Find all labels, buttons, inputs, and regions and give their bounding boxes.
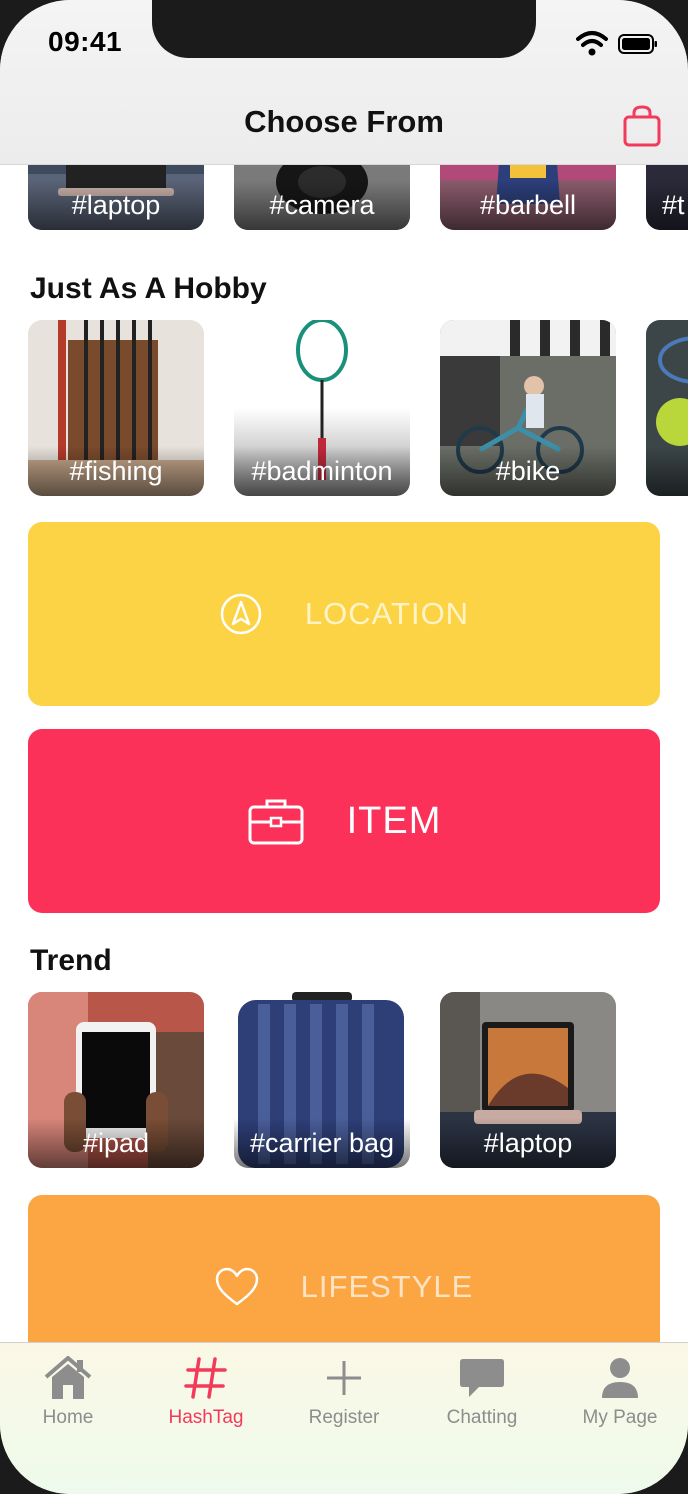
tab-label: HashTag	[168, 1407, 244, 1428]
tab-label: Home	[42, 1407, 94, 1428]
trend-tag-row[interactable]: #ipad #carrier bag #laptop	[0, 992, 688, 1168]
tile-label: #ipad	[28, 1118, 204, 1168]
tab-label: Register	[308, 1407, 380, 1428]
tile-label: #carrier bag	[234, 1118, 410, 1168]
tab-hashtag[interactable]: HashTag	[146, 1355, 266, 1435]
battery-icon	[618, 34, 657, 54]
tag-tile-ipad[interactable]: #ipad	[28, 992, 204, 1168]
tab-register[interactable]: Register	[284, 1355, 404, 1435]
wifi-icon	[576, 31, 608, 56]
tag-tile-tennis-partial[interactable]	[646, 320, 688, 496]
tile-label: #laptop	[440, 1118, 616, 1168]
tag-tile-bike[interactable]: #bike	[440, 320, 616, 496]
hashtag-icon	[184, 1357, 227, 1399]
tile-label	[646, 446, 688, 496]
heart-icon	[215, 1267, 258, 1306]
tile-label: #badminton	[234, 446, 410, 496]
home-icon	[44, 1356, 92, 1399]
status-time: 09:41	[48, 26, 123, 57]
tab-home[interactable]: Home	[8, 1355, 128, 1435]
tile-label: #laptop	[28, 180, 204, 230]
navigation-header: 09:41 Choose From	[0, 0, 688, 165]
briefcase-icon	[248, 799, 304, 845]
chat-bubble-icon	[460, 1359, 504, 1397]
tile-label: #t	[646, 180, 688, 230]
item-label: ITEM	[346, 799, 442, 842]
hobby-tag-row[interactable]: #fishing #badminton #bike	[0, 320, 688, 496]
scroll-content[interactable]: #laptop #camera #barbell #t Just As A Ho…	[0, 0, 688, 1494]
location-label: LOCATION	[304, 596, 470, 631]
section-title-hobby: Just As A Hobby	[30, 272, 267, 305]
tile-label: #bike	[440, 446, 616, 496]
lifestyle-label: LIFESTYLE	[300, 1269, 474, 1304]
item-category-button[interactable]: ITEM	[28, 729, 660, 913]
tab-label: My Page	[582, 1407, 658, 1428]
page-title: Choose From	[244, 104, 444, 139]
navigation-arrow-icon	[220, 593, 262, 635]
tab-bar: Home HashTag Register Chatting My Page	[0, 1342, 688, 1494]
tab-chatting[interactable]: Chatting	[422, 1355, 542, 1435]
device-notch	[152, 0, 536, 58]
tab-my-page[interactable]: My Page	[560, 1355, 680, 1435]
person-icon	[602, 1358, 638, 1398]
tag-tile-fishing[interactable]: #fishing	[28, 320, 204, 496]
plus-icon	[327, 1361, 361, 1395]
tile-label: #camera	[234, 180, 410, 230]
location-category-button[interactable]: LOCATION	[28, 522, 660, 706]
section-title-trend: Trend	[30, 944, 112, 977]
phone-screen: #laptop #camera #barbell #t Just As A Ho…	[0, 0, 688, 1494]
tile-label: #barbell	[440, 180, 616, 230]
shopping-bag-icon[interactable]	[622, 104, 662, 148]
tag-tile-badminton[interactable]: #badminton	[234, 320, 410, 496]
tab-label: Chatting	[446, 1407, 518, 1428]
tag-tile-carrier-bag[interactable]: #carrier bag	[234, 992, 410, 1168]
tag-tile-laptop-trend[interactable]: #laptop	[440, 992, 616, 1168]
tile-label: #fishing	[28, 446, 204, 496]
